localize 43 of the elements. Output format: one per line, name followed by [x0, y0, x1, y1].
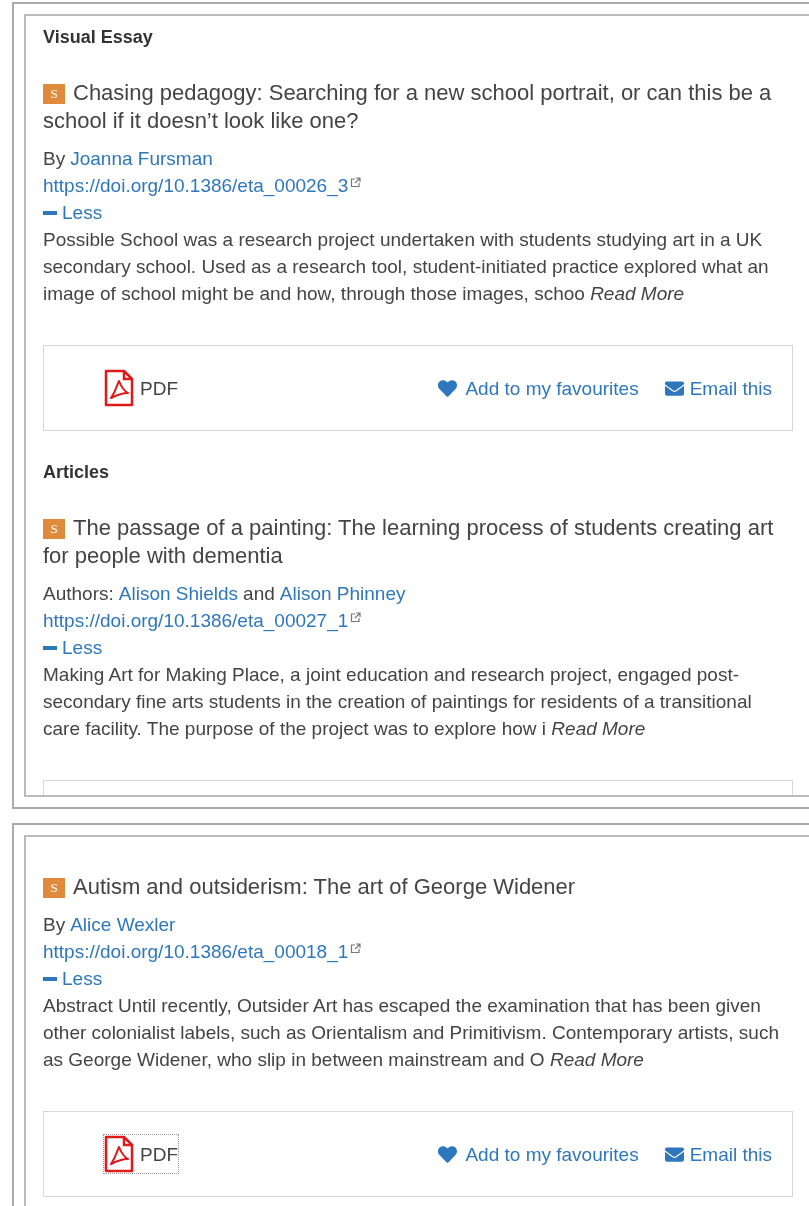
abstract-text: Possible School was a research project undertaken with students studying art in a UK secondary school. Used as a research tool, student-initiated practice explored what an image of school might be and how, through those images, schoo Read More	[43, 228, 770, 306]
author-link[interactable]: Alison Shields	[118, 580, 239, 607]
minus-icon	[43, 210, 57, 215]
email-link[interactable]: Email this	[664, 1140, 772, 1168]
less-toggle[interactable]: Less	[43, 634, 793, 661]
minus-icon	[43, 976, 57, 981]
badge: S	[43, 84, 65, 104]
byline-label: By	[43, 147, 66, 171]
section-heading: Visual Essay	[43, 26, 154, 49]
byline-label: By	[43, 913, 66, 937]
less-toggle[interactable]: Less	[43, 965, 793, 992]
article-title[interactable]: S Autism and outsiderism: The art of George Widener	[43, 873, 576, 901]
heart-icon	[438, 1144, 458, 1164]
doi-link[interactable]: https://doi.org/10.1386/eta_00027_1	[43, 607, 349, 634]
pdf-file-icon	[104, 1135, 134, 1173]
doi-link[interactable]: https://doi.org/10.1386/eta_00026_3	[43, 172, 349, 199]
author-link[interactable]: Joanna Fursman	[70, 145, 213, 172]
badge: S	[43, 519, 65, 539]
doi-link[interactable]: https://doi.org/10.1386/eta_00018_1	[43, 938, 349, 965]
abstract-text: Making Art for Making Place, a joint education and research project, engaged post-secondary fine arts students in the creation of paintings for residents of a transitional care facility. The purpose of the project was to explore how i Read More	[43, 663, 753, 741]
envelope-icon	[664, 378, 684, 398]
byline-label: Authors:	[43, 582, 114, 606]
external-link-icon	[350, 612, 362, 623]
less-toggle[interactable]: Less	[43, 199, 793, 226]
external-link-icon	[350, 943, 362, 954]
author-link[interactable]: Alice Wexler	[70, 911, 176, 938]
article-title[interactable]: S Chasing pedagogy: Searching for a new school portrait, or can this be a school if it doesn’t look like one?	[43, 79, 793, 135]
external-link-icon	[350, 177, 362, 188]
pdf-link[interactable]: PDF	[104, 1135, 178, 1173]
email-link[interactable]: Email this	[664, 374, 772, 402]
pdf-link[interactable]: PDF	[104, 369, 178, 407]
author-link[interactable]: Alison Phinney	[279, 580, 406, 607]
minus-icon	[43, 645, 57, 650]
abstract-text: Abstract Until recently, Outsider Art has escaped the examination that has been given other colonialist labels, such as Orientalism and Primitivism. Contemporary artists, such as George Widener, who slip in between mainstream and O Read More	[43, 994, 780, 1072]
add-to-favourites-link[interactable]: Add to my favourites	[438, 374, 639, 402]
conjunction: and	[243, 582, 275, 606]
article-title[interactable]: S The passage of a painting: The learning process of students creating art for people with dementia	[43, 514, 793, 570]
section-heading: Articles	[43, 461, 111, 484]
pdf-file-icon	[104, 369, 134, 407]
add-to-favourites-link[interactable]: Add to my favourites	[438, 1140, 639, 1168]
heart-icon	[438, 378, 458, 398]
envelope-icon	[664, 1144, 684, 1164]
badge: S	[43, 878, 65, 898]
